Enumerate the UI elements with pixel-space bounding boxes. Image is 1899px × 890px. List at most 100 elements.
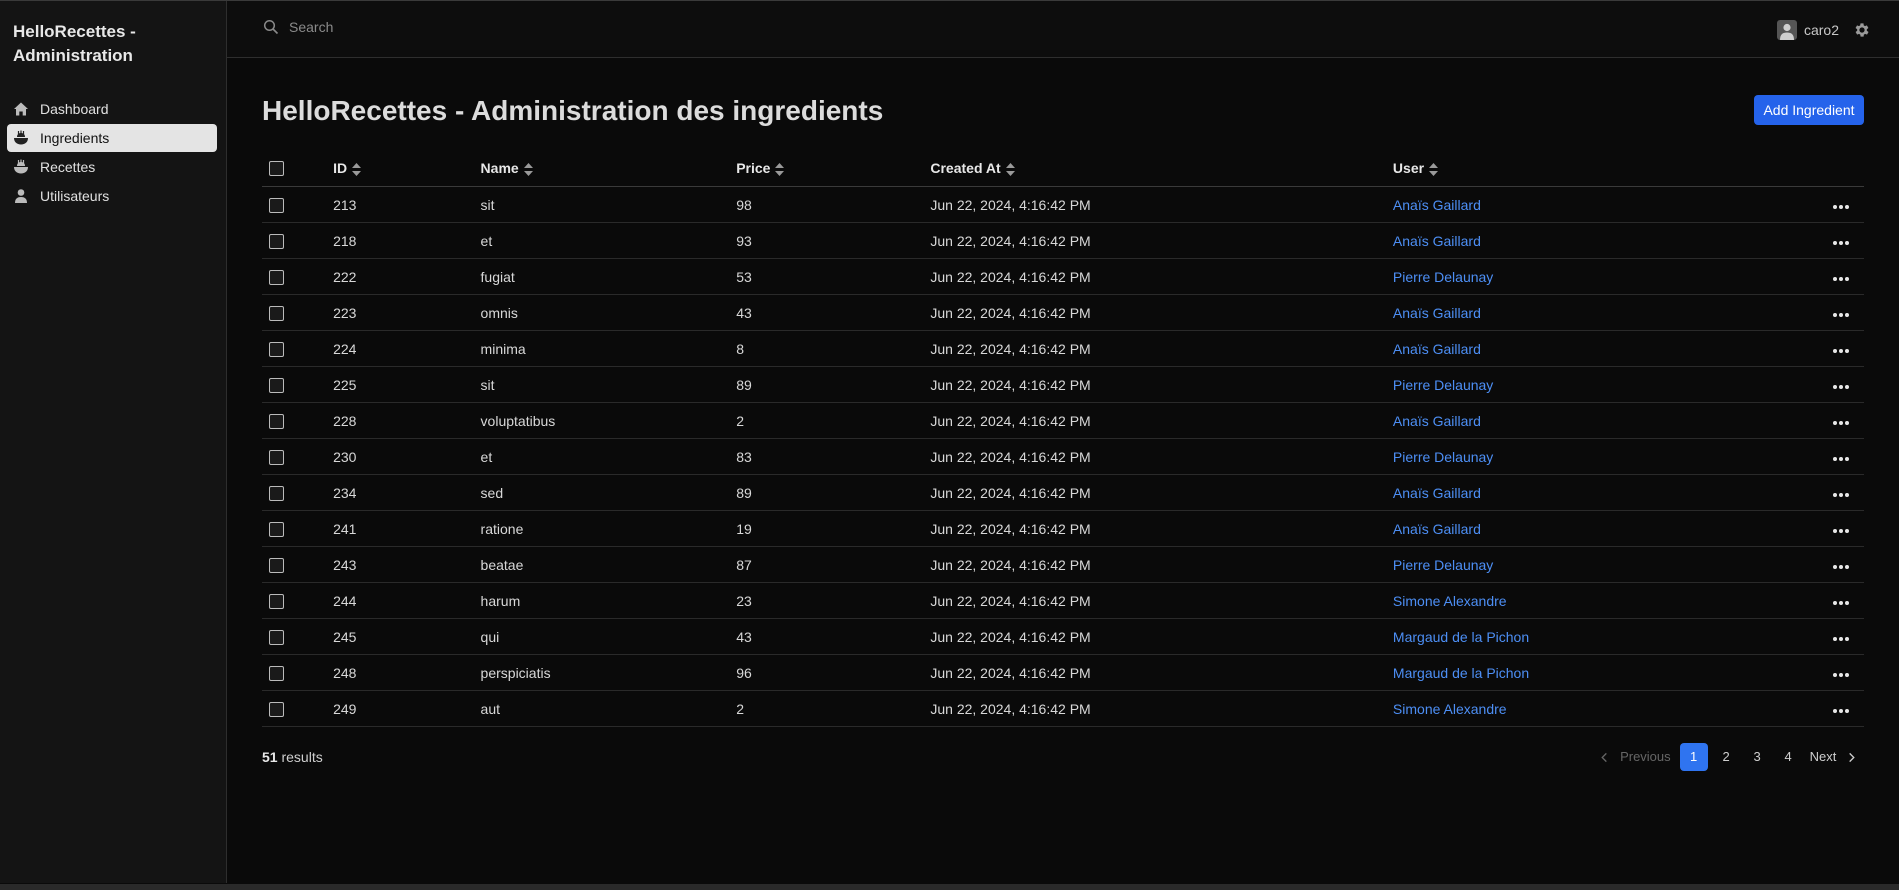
table-row[interactable]: 222 fugiat 53 Jun 22, 2024, 4:16:42 PM Pierr…	[262, 258, 1864, 295]
search-icon	[263, 19, 279, 35]
user-link[interactable]: Anaïs Gaillard	[1393, 485, 1481, 501]
more-actions-icon[interactable]	[1832, 204, 1850, 210]
row-checkbox[interactable]	[269, 521, 284, 537]
user-link[interactable]: Pierre Delaunay	[1393, 557, 1493, 573]
select-all-checkbox[interactable]	[269, 161, 284, 177]
more-actions-icon[interactable]	[1832, 600, 1850, 606]
more-actions-icon[interactable]	[1832, 240, 1850, 246]
sidebar-item-utilisateurs[interactable]: Utilisateurs	[7, 182, 217, 210]
row-checkbox[interactable]	[269, 305, 284, 321]
more-actions-icon[interactable]	[1832, 492, 1850, 498]
user-link[interactable]: Pierre Delaunay	[1393, 377, 1493, 393]
row-checkbox[interactable]	[269, 557, 284, 573]
previous-page-button[interactable]: Previous	[1599, 743, 1671, 771]
search-input[interactable]	[289, 19, 689, 35]
row-checkbox[interactable]	[269, 269, 284, 285]
more-actions-icon[interactable]	[1832, 348, 1850, 354]
table-row[interactable]: 213 sit 98 Jun 22, 2024, 4:16:42 PM Anaïs Ga…	[262, 186, 1864, 223]
row-checkbox[interactable]	[269, 665, 284, 681]
add-ingredient-button[interactable]: Add Ingredient	[1754, 95, 1864, 125]
search-bar	[263, 19, 689, 35]
user-link[interactable]: Pierre Delaunay	[1393, 269, 1493, 285]
user-link[interactable]: Anaïs Gaillard	[1393, 521, 1481, 537]
column-header-user[interactable]: User	[1392, 150, 1818, 187]
user-link[interactable]: Anaïs Gaillard	[1393, 341, 1481, 357]
row-checkbox[interactable]	[269, 485, 284, 501]
table-row[interactable]: 248 perspiciatis 96 Jun 22, 2024, 4:16:42 P…	[262, 654, 1864, 691]
cell-name: et	[480, 438, 737, 475]
sidebar-item-dashboard[interactable]: Dashboard	[7, 95, 217, 123]
table-row[interactable]: 230 et 83 Jun 22, 2024, 4:16:42 PM Pierre De…	[262, 438, 1864, 475]
avatar[interactable]	[1776, 20, 1797, 40]
row-checkbox[interactable]	[269, 449, 284, 465]
row-checkbox[interactable]	[269, 701, 284, 717]
cell-id: 213	[333, 186, 481, 223]
row-checkbox[interactable]	[269, 629, 284, 645]
cell-created-at: Jun 22, 2024, 4:16:42 PM	[930, 294, 1393, 331]
user-link[interactable]: Anaïs Gaillard	[1393, 413, 1481, 429]
table-row[interactable]: 243 beatae 87 Jun 22, 2024, 4:16:42 PM Pierr…	[262, 546, 1864, 583]
column-header-created-at[interactable]: Created At	[930, 150, 1393, 187]
user-icon	[1779, 23, 1794, 40]
table-row[interactable]: 241 ratione 19 Jun 22, 2024, 4:16:42 PM Anaï…	[262, 510, 1864, 547]
cell-user: Anaïs Gaillard	[1392, 474, 1818, 511]
more-actions-icon[interactable]	[1832, 276, 1850, 282]
bowl-icon	[14, 130, 28, 145]
row-checkbox[interactable]	[269, 593, 284, 609]
user-link[interactable]: Pierre Delaunay	[1393, 449, 1493, 465]
cell-id: 223	[333, 294, 481, 331]
user-link[interactable]: Simone Alexandre	[1393, 701, 1507, 717]
user-link[interactable]: Anaïs Gaillard	[1393, 305, 1481, 321]
gear-icon[interactable]	[1853, 21, 1871, 39]
cell-user: Simone Alexandre	[1392, 690, 1818, 727]
cell-created-at: Jun 22, 2024, 4:16:42 PM	[930, 366, 1393, 403]
table-row[interactable]: 244 harum 23 Jun 22, 2024, 4:16:42 PM Simone…	[262, 582, 1864, 619]
cell-user: Anaïs Gaillard	[1392, 330, 1818, 367]
table-row[interactable]: 249 aut 2 Jun 22, 2024, 4:16:42 PM Simone Al…	[262, 690, 1864, 727]
column-header-price[interactable]: Price	[736, 150, 931, 187]
sidebar-item-ingredients[interactable]: Ingredients	[7, 124, 217, 152]
user-link[interactable]: Anaïs Gaillard	[1393, 197, 1481, 213]
more-actions-icon[interactable]	[1832, 636, 1850, 642]
cell-user: Anaïs Gaillard	[1392, 294, 1818, 331]
column-label: Created At	[930, 160, 1001, 176]
table-row[interactable]: 225 sit 89 Jun 22, 2024, 4:16:42 PM Pierre D…	[262, 366, 1864, 403]
more-actions-icon[interactable]	[1832, 384, 1850, 390]
user-link[interactable]: Anaïs Gaillard	[1393, 233, 1481, 249]
page-button-3[interactable]: 3	[1745, 743, 1770, 771]
sidebar-item-recettes[interactable]: Recettes	[7, 153, 217, 181]
cell-id: 230	[333, 438, 481, 475]
table-row[interactable]: 245 qui 43 Jun 22, 2024, 4:16:42 PM Margaud …	[262, 618, 1864, 655]
cell-price: 98	[736, 186, 931, 223]
column-header-name[interactable]: Name	[480, 150, 737, 187]
table-row[interactable]: 234 sed 89 Jun 22, 2024, 4:16:42 PM Anaïs Ga…	[262, 474, 1864, 511]
page-button-2[interactable]: 2	[1714, 743, 1739, 771]
table-row[interactable]: 218 et 93 Jun 22, 2024, 4:16:42 PM Anaïs Gai…	[262, 222, 1864, 259]
user-link[interactable]: Margaud de la Pichon	[1393, 629, 1529, 645]
cell-id: 224	[333, 330, 481, 367]
table-row[interactable]: 223 omnis 43 Jun 22, 2024, 4:16:42 PM Anaïs …	[262, 294, 1864, 331]
row-checkbox[interactable]	[269, 413, 284, 429]
more-actions-icon[interactable]	[1832, 420, 1850, 426]
page-button-4[interactable]: 4	[1776, 743, 1801, 771]
table-row[interactable]: 228 voluptatibus 2 Jun 22, 2024, 4:16:42 PM…	[262, 402, 1864, 439]
page-button-1[interactable]: 1	[1679, 743, 1708, 771]
row-checkbox[interactable]	[269, 377, 284, 393]
table-row[interactable]: 224 minima 8 Jun 22, 2024, 4:16:42 PM Anaïs …	[262, 330, 1864, 367]
user-link[interactable]: Simone Alexandre	[1393, 593, 1507, 609]
username[interactable]: caro2	[1804, 22, 1839, 38]
row-checkbox[interactable]	[269, 197, 284, 213]
more-actions-icon[interactable]	[1832, 456, 1850, 462]
column-header-id[interactable]: ID	[333, 150, 481, 187]
next-page-button[interactable]: Next	[1810, 743, 1857, 771]
more-actions-icon[interactable]	[1832, 528, 1850, 534]
more-actions-icon[interactable]	[1832, 564, 1850, 570]
row-checkbox[interactable]	[269, 233, 284, 249]
top-header: caro2	[227, 1, 1899, 58]
more-actions-icon[interactable]	[1832, 708, 1850, 714]
more-actions-icon[interactable]	[1832, 312, 1850, 318]
cell-name: fugiat	[480, 258, 737, 295]
more-actions-icon[interactable]	[1832, 672, 1850, 678]
row-checkbox[interactable]	[269, 341, 284, 357]
user-link[interactable]: Margaud de la Pichon	[1393, 665, 1529, 681]
